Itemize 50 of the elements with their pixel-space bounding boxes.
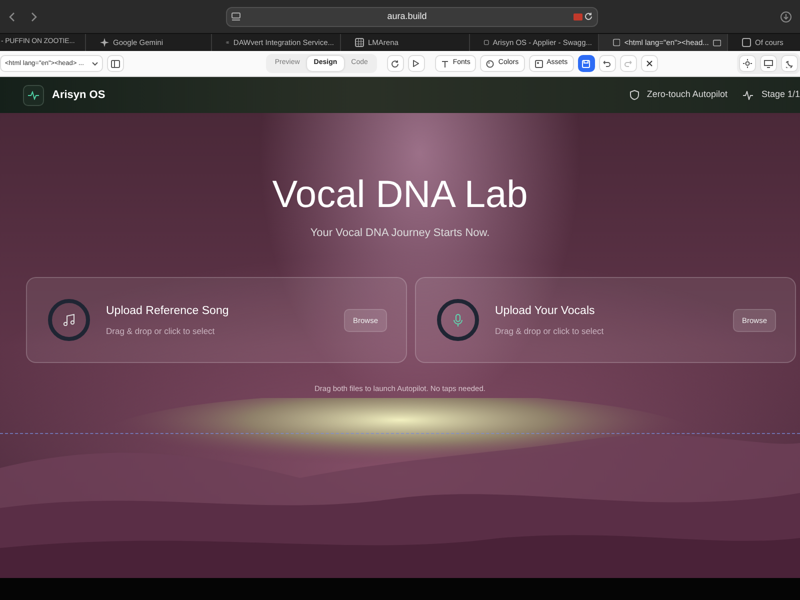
app-name: Arisyn OS — [52, 88, 106, 103]
activity-icon — [743, 90, 754, 100]
reload-icon[interactable] — [584, 12, 593, 21]
dark-theme-button[interactable] — [781, 55, 798, 72]
download-icon[interactable] — [780, 10, 792, 22]
music-note-icon — [63, 314, 75, 326]
redo-icon — [624, 60, 632, 67]
sun-icon — [743, 59, 752, 68]
undo-icon — [603, 60, 612, 67]
play-button[interactable] — [408, 55, 425, 72]
undo-button[interactable] — [598, 55, 616, 72]
text-icon — [440, 60, 449, 68]
pulse-icon — [28, 90, 39, 100]
light-theme-button[interactable] — [739, 55, 756, 72]
chevron-down-icon — [92, 62, 98, 66]
autopilot-label: Zero-touch Autopilot — [646, 88, 728, 102]
save-icon — [582, 60, 590, 68]
monitor-icon — [764, 60, 773, 68]
tab-extension-icon[interactable] — [712, 38, 721, 46]
sparkle-icon — [100, 38, 109, 47]
page-subtitle: Your Vocal DNA Journey Starts Now. — [309, 226, 491, 241]
sidebar-toggle-button[interactable] — [106, 55, 124, 72]
microphone-icon — [453, 314, 463, 327]
grid-icon — [355, 38, 364, 47]
page-icon — [231, 12, 241, 21]
palette-icon — [486, 60, 494, 68]
close-button[interactable] — [640, 55, 658, 72]
upload-title: Upload Reference Song — [106, 304, 230, 320]
upload-hint: Drag & drop or click to select — [495, 324, 605, 338]
refresh-icon — [391, 60, 400, 68]
moon-icon — [786, 60, 794, 68]
favicon-square-icon — [484, 38, 489, 47]
stage-label: Stage 1/1 — [761, 88, 800, 102]
image-icon — [534, 60, 543, 68]
favicon-square-icon — [613, 38, 620, 47]
page-title: Vocal DNA Lab — [271, 175, 529, 217]
refresh-button[interactable] — [386, 55, 404, 72]
close-icon — [646, 60, 653, 67]
forward-icon[interactable] — [30, 12, 38, 22]
sidebar-icon — [110, 60, 120, 68]
favicon-square-icon — [742, 38, 751, 47]
address-bar[interactable]: aura.build — [226, 6, 598, 26]
address-text: aura.build — [386, 10, 428, 23]
back-icon[interactable] — [8, 12, 16, 22]
play-icon — [413, 60, 420, 67]
save-button[interactable] — [578, 55, 595, 72]
shield-icon — [630, 90, 639, 100]
upload-hint: Drag & drop or click to select — [106, 324, 216, 338]
desktop-view-button[interactable] — [760, 55, 777, 72]
upload-title: Upload Your Vocals — [495, 304, 596, 320]
